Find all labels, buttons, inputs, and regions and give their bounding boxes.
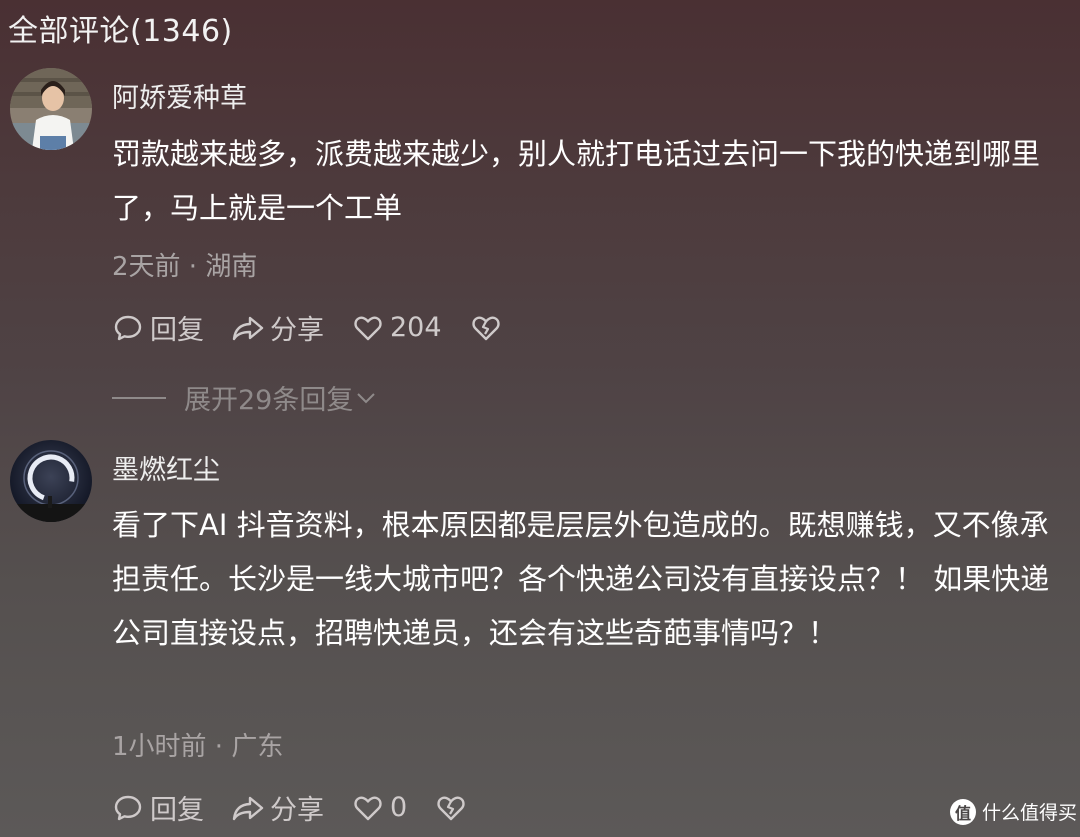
reply-button[interactable]: 回复	[112, 788, 204, 827]
reply-label: 回复	[150, 795, 204, 826]
like-count: 0	[390, 792, 408, 823]
username[interactable]: 墨燃红尘	[112, 448, 220, 487]
avatar[interactable]	[10, 68, 92, 150]
broken-heart-icon	[437, 796, 465, 820]
like-button[interactable]: 0	[352, 792, 407, 824]
share-label: 分享	[270, 795, 324, 826]
share-label: 分享	[270, 315, 324, 346]
share-icon	[232, 316, 264, 340]
comment-text: 罚款越来越多，派费越来越少，别人就打电话过去问一下我的快递到哪里了，马上就是一个…	[112, 137, 1041, 225]
comment-icon	[114, 795, 142, 820]
smzdm-watermark: 值 什么值得买	[950, 798, 1077, 825]
expand-replies-button[interactable]: 展开29条回复	[112, 378, 377, 417]
reply-label: 回复	[150, 315, 204, 346]
watermark-text: 什么值得买	[982, 802, 1078, 824]
username[interactable]: 阿娇爱种草	[112, 76, 247, 115]
chevron-down-icon	[357, 392, 376, 403]
comments-count-title: 全部评论(1346)	[8, 14, 233, 49]
share-button[interactable]: 分享	[230, 788, 324, 827]
heart-icon	[354, 796, 382, 820]
heart-icon	[354, 316, 382, 340]
avatar-photo	[10, 68, 92, 150]
dislike-button[interactable]	[435, 792, 467, 824]
like-button[interactable]: 204	[352, 312, 442, 344]
divider-line	[112, 396, 166, 399]
comment-actions: 回复 分享 0	[112, 788, 467, 827]
comment-text: 看了下AI 抖音资料，根本原因都是层层外包造成的。既想赚钱，又不像承担责任。长沙…	[112, 508, 1050, 650]
comment-icon	[114, 315, 142, 340]
dislike-button[interactable]	[470, 312, 502, 344]
broken-heart-icon	[471, 316, 500, 340]
avatar[interactable]	[10, 440, 92, 522]
like-count: 204	[390, 312, 442, 343]
expand-replies-label: 展开29条回复	[184, 385, 354, 416]
comment-meta: 1小时前 · 广东	[112, 732, 284, 762]
share-icon	[232, 796, 264, 820]
reply-button[interactable]: 回复	[112, 308, 204, 347]
share-button[interactable]: 分享	[230, 308, 324, 347]
comment-meta: 2天前 · 湖南	[112, 252, 258, 282]
smzdm-logo: 值	[950, 798, 976, 825]
avatar-photo	[10, 440, 92, 522]
comment-actions: 回复 分享 204	[112, 308, 502, 347]
